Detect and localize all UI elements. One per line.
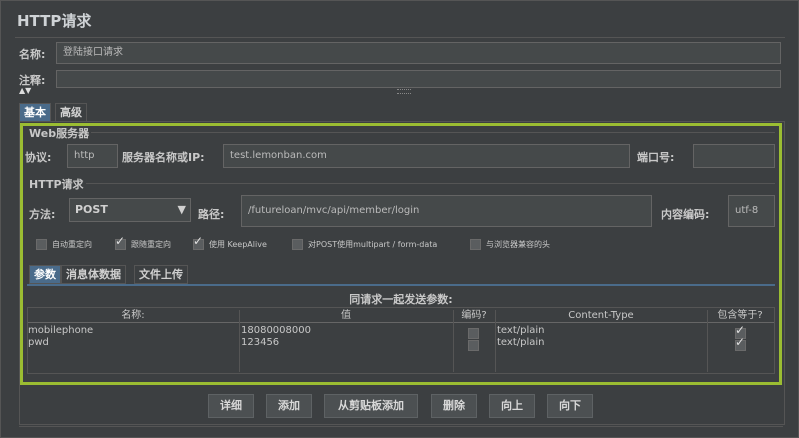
header-content-type[interactable]: Content-Type (496, 310, 706, 322)
chevron-down-icon: ▼ (177, 203, 186, 216)
name-label: 名称: (19, 48, 46, 61)
checkbox[interactable] (115, 234, 126, 250)
method-label: 方法: (29, 208, 56, 221)
comment-input[interactable] (56, 70, 781, 88)
encoding-input[interactable]: utf-8 (728, 195, 775, 227)
server-input[interactable]: test.lemonban.com (223, 144, 630, 168)
add-button[interactable]: 添加 (266, 394, 312, 418)
name-input[interactable]: 登陆接口请求 (56, 42, 781, 64)
splitter-handle-icon[interactable] (397, 89, 411, 94)
http-request-panel: HTTP请求 名称: 登陆接口请求 注释: ▲▼ 基本 高级 Web服务器 协议… (0, 0, 799, 438)
table-row[interactable]: mobilephone 18080008000 text/plain (28, 323, 774, 339)
cell-content-type[interactable]: text/plain (497, 325, 544, 336)
cell-name[interactable]: pwd (28, 337, 49, 348)
cell-name[interactable]: mobilephone (28, 325, 93, 336)
cell-encode[interactable] (468, 338, 479, 351)
cell-include-equals[interactable] (735, 335, 746, 351)
option-browser-headers[interactable]: 与浏览器兼容的头 (470, 237, 550, 250)
cell-value[interactable]: 18080008000 (241, 325, 311, 336)
move-down-button[interactable]: 向下 (547, 394, 593, 418)
tab-underline (27, 284, 775, 286)
checkbox[interactable] (735, 335, 746, 351)
add-from-clipboard-button[interactable]: 从剪贴板添加 (324, 394, 418, 418)
protocol-label: 协议: (25, 151, 52, 164)
header-value[interactable]: 值 (240, 310, 452, 322)
checkbox[interactable] (36, 238, 47, 250)
group-line (91, 132, 775, 133)
method-value: POST (75, 203, 108, 216)
params-caption: 同请求一起发送参数: (349, 293, 453, 306)
cell-content-type[interactable]: text/plain (497, 337, 544, 348)
option-auto-redirect[interactable]: 自动重定向 (36, 237, 92, 250)
header-name[interactable]: 名称: (28, 310, 238, 322)
checkbox[interactable] (470, 238, 481, 250)
move-up-button[interactable]: 向上 (489, 394, 535, 418)
option-multipart[interactable]: 对POST使用multipart / form-data (292, 237, 437, 250)
detail-button[interactable]: 详细 (208, 394, 254, 418)
header-encode[interactable]: 编码? (454, 310, 494, 322)
params-table: 名称: 值 编码? Content-Type 包含等于? mobilephone… (27, 307, 775, 374)
web-server-title: Web服务器 (29, 127, 90, 140)
http-request-title: HTTP请求 (29, 178, 84, 191)
tab-file-upload[interactable]: 文件上传 (134, 265, 188, 284)
header-include-equals[interactable]: 包含等于? (708, 310, 772, 322)
path-label: 路径: (198, 208, 225, 221)
method-select[interactable]: POST ▼ (69, 198, 191, 222)
group-line (86, 183, 775, 184)
tab-body-data[interactable]: 消息体数据 (61, 265, 126, 284)
option-keepalive[interactable]: 使用 KeepAlive (193, 234, 267, 250)
tab-basic[interactable]: 基本 (19, 103, 51, 122)
collapse-arrows-icon[interactable]: ▲▼ (19, 87, 31, 95)
divider (19, 426, 783, 427)
path-input[interactable]: /futureloan/mvc/api/member/login (241, 195, 652, 227)
server-label: 服务器名称或IP: (122, 151, 205, 164)
encoding-label: 内容编码: (661, 208, 710, 221)
checkbox[interactable] (292, 238, 303, 250)
table-row[interactable]: pwd 123456 text/plain (28, 335, 774, 351)
tab-parameters[interactable]: 参数 (29, 265, 61, 284)
option-follow-redirect[interactable]: 跟随重定向 (115, 234, 171, 250)
checkbox[interactable] (193, 234, 204, 250)
divider (15, 37, 785, 38)
protocol-input[interactable]: http (67, 144, 118, 168)
checkbox[interactable] (468, 339, 479, 351)
panel-title: HTTP请求 (17, 12, 92, 30)
cell-value[interactable]: 123456 (241, 337, 279, 348)
port-label: 端口号: (637, 151, 675, 164)
delete-button[interactable]: 删除 (431, 394, 477, 418)
tab-advanced[interactable]: 高级 (55, 103, 87, 122)
port-input[interactable] (693, 144, 775, 168)
